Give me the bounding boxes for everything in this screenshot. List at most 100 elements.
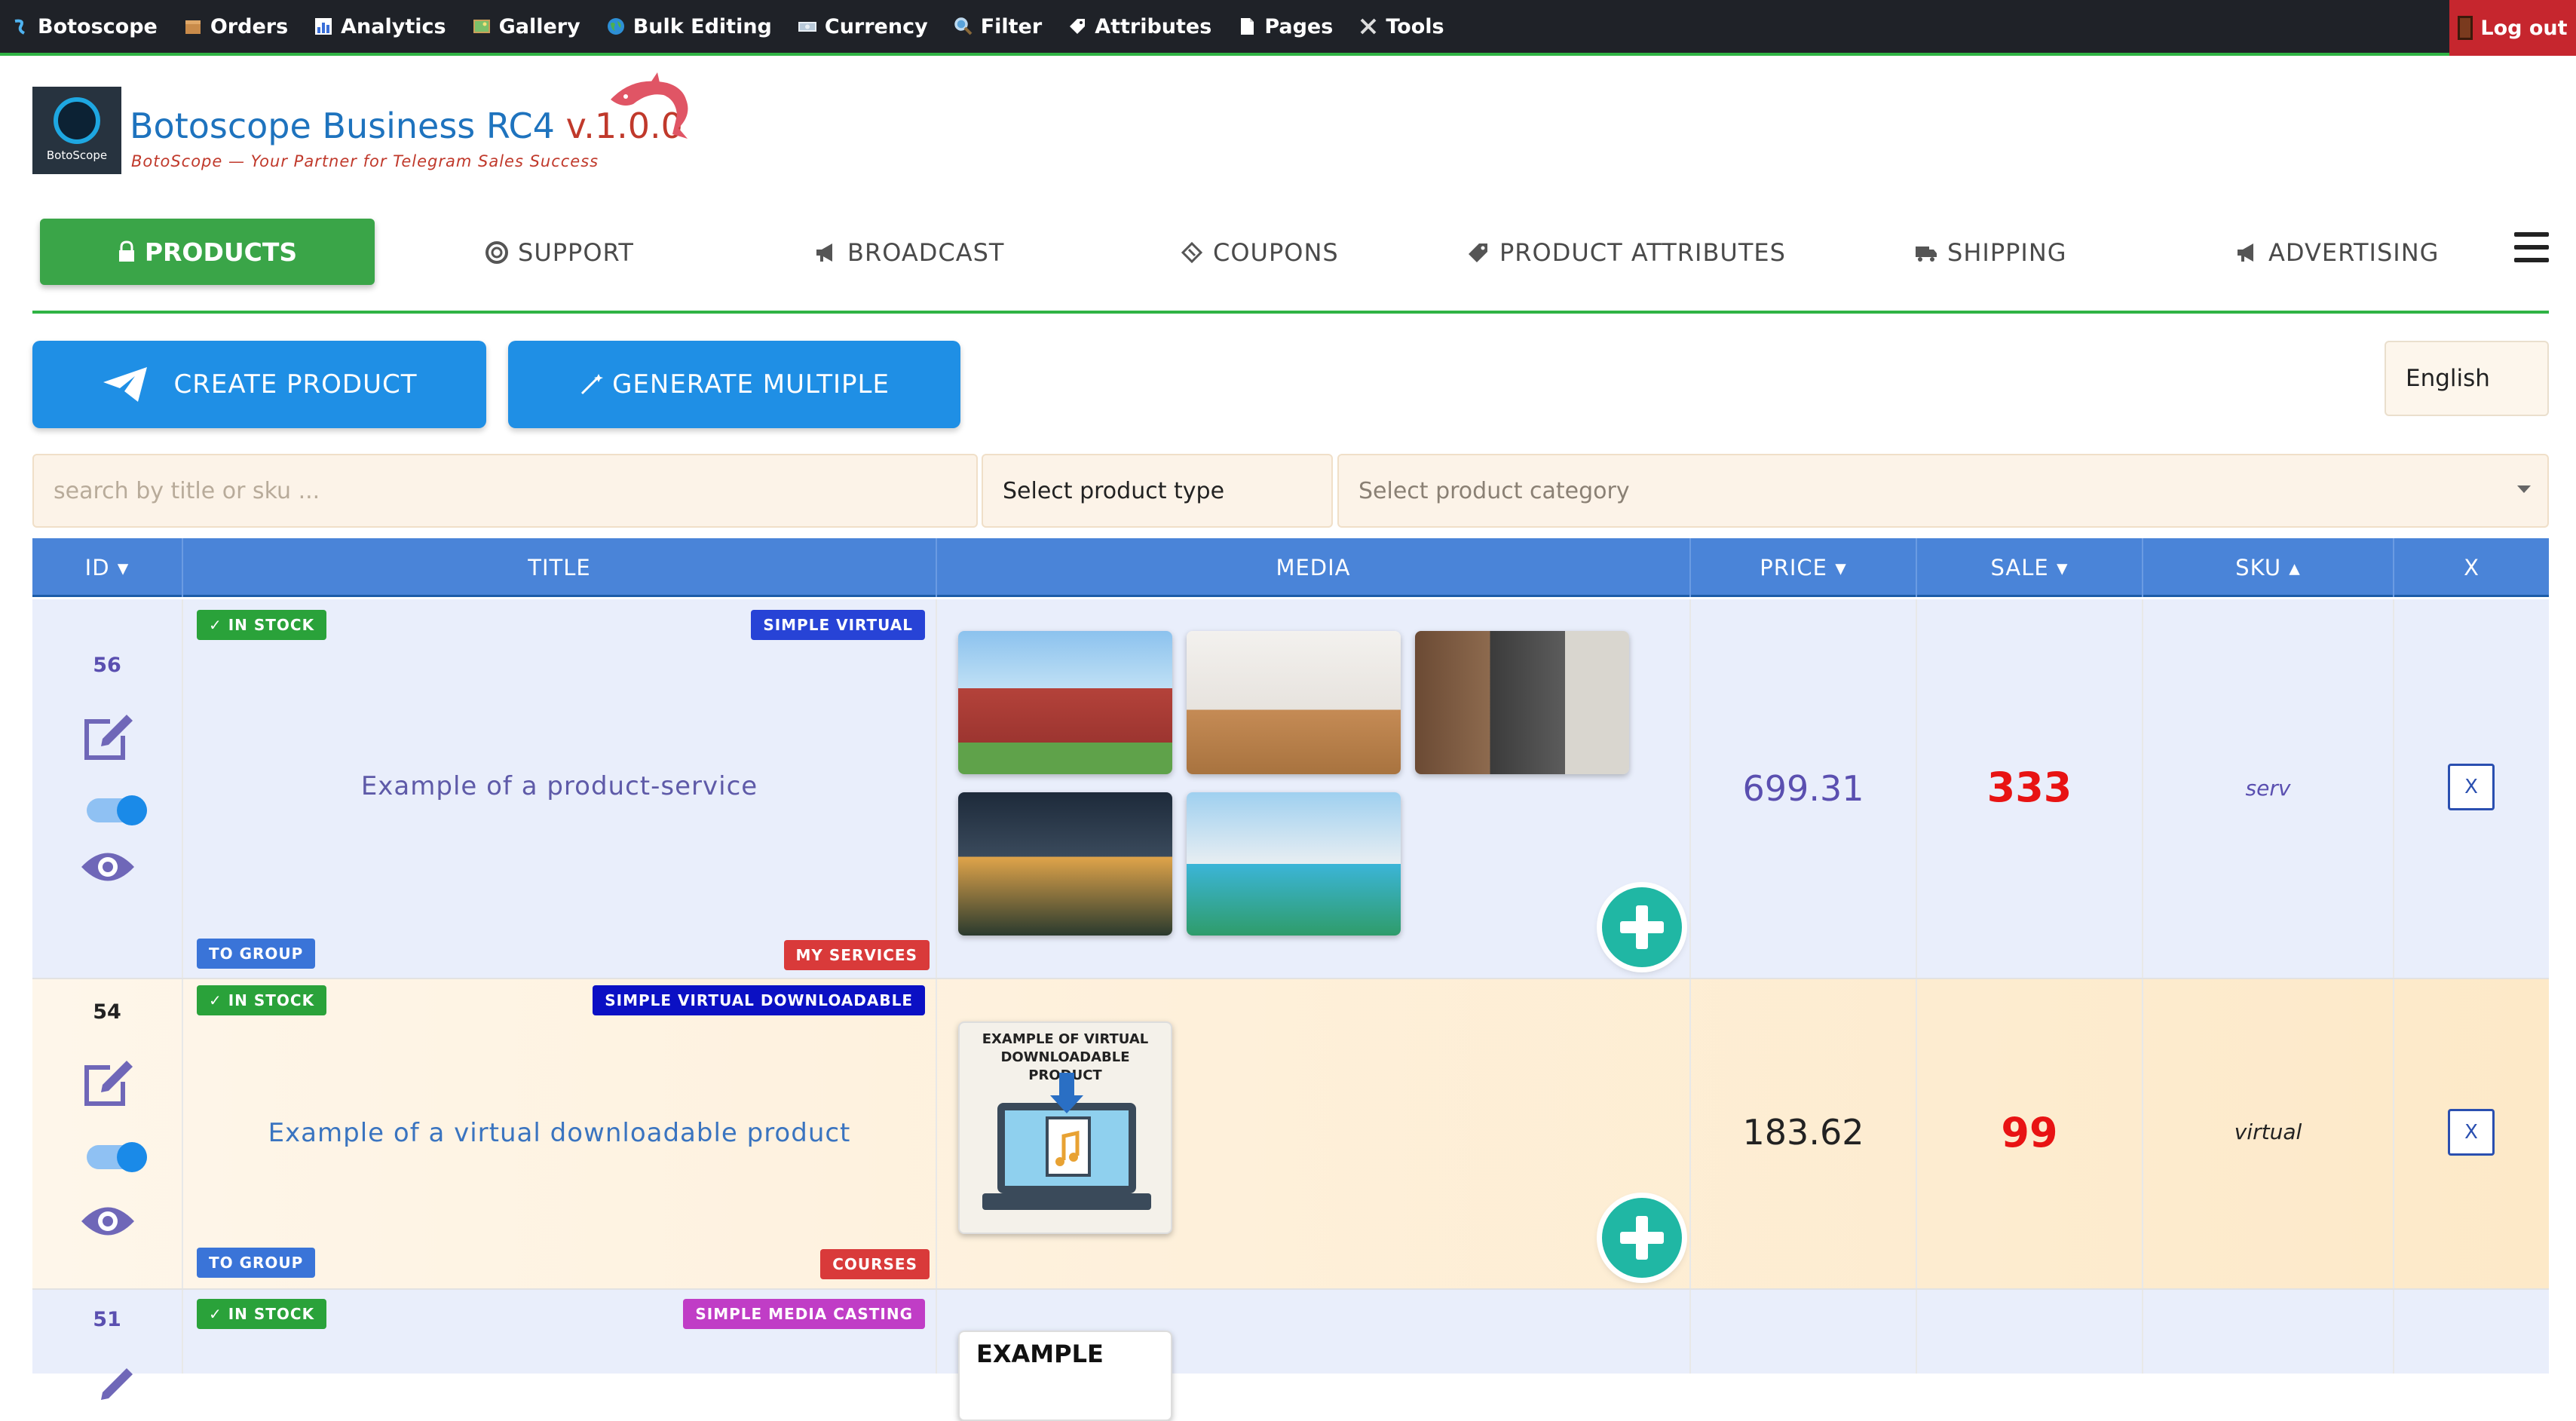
stock-badge: ✓ IN STOCK [197,985,327,1015]
product-sale-price[interactable]: 99 [1917,1109,2142,1156]
topbar-item-gallery[interactable]: Gallery [472,15,580,38]
topbar-item-orders[interactable]: Orders [183,15,288,38]
paper-plane-icon [103,367,147,402]
product-sku[interactable]: virtual [2143,1119,2393,1144]
megaphone-icon [816,243,832,262]
topbar-label: Currency [824,14,928,38]
add-media-button[interactable] [1602,1198,1682,1278]
tab-advertising[interactable]: ADVERTISING [2235,219,2439,286]
product-price[interactable]: 699.31 [1691,768,1916,809]
title-cell: ✓ IN STOCK SIMPLE VIRTUAL DOWNLOADABLE E… [183,979,937,1288]
product-type-select[interactable]: Select product type [982,454,1333,528]
media-thumbnail[interactable] [1187,792,1401,936]
product-title[interactable]: Example of a product-service [183,771,936,801]
media-thumbnail[interactable] [958,631,1172,774]
language-select[interactable]: English [2385,341,2549,416]
product-price[interactable]: 183.62 [1691,1112,1916,1153]
column-header-title: TITLE [183,538,937,597]
chevron-down-icon [2517,485,2531,493]
tab-support[interactable]: SUPPORT [485,219,634,286]
tab-products[interactable]: PRODUCTS [40,219,375,285]
to-group-button[interactable]: TO GROUP [197,1248,316,1278]
generate-multiple-button[interactable]: GENERATE MULTIPLE [508,341,960,428]
delete-button[interactable]: X [2448,1109,2495,1156]
eye-icon[interactable] [80,848,136,886]
to-group-button[interactable]: TO GROUP [197,939,316,969]
topbar-item-analytics[interactable]: Analytics [314,15,446,38]
category-badge: MY SERVICES [783,940,930,970]
sale-cell: 333 [1917,599,2143,978]
search-placeholder: search by title or sku ... [54,477,320,504]
brand-title: Botoscope Business RC4 v.1.0.0 [130,106,683,146]
wand-icon [581,374,604,395]
add-media-button[interactable] [1602,887,1682,967]
visibility-toggle[interactable] [87,795,147,825]
tab-shipping[interactable]: SHIPPING [1914,219,2067,286]
stock-badge: ✓ IN STOCK [197,610,327,640]
page-icon [1241,18,1254,35]
tab-broadcast[interactable]: BROADCAST [814,219,1004,286]
tag-icon [1070,19,1086,34]
magnifier-icon [954,17,973,35]
topbar-label: Pages [1264,14,1334,38]
product-sale-price[interactable]: 333 [1917,764,2142,811]
product-title[interactable]: Example of a virtual downloadable produc… [183,1118,936,1148]
topbar-item-pages[interactable]: Pages [1237,15,1333,38]
tab-label: ADVERTISING [2268,238,2440,267]
media-cell [937,599,1691,978]
product-sku[interactable]: serv [2143,776,2393,801]
media-thumbnail[interactable] [1415,631,1629,774]
table-row: 51 ✓ IN STOCK SIMPLE MEDIA CASTING EXAMP… [32,1290,2549,1421]
category-badge: COURSES [820,1249,930,1279]
media-thumbnail[interactable]: EXAMPLE [958,1331,1172,1421]
type-badge: SIMPLE MEDIA CASTING [683,1299,925,1329]
search-input[interactable]: search by title or sku ... [32,454,978,528]
chart-icon [315,18,332,35]
tab-product-attributes[interactable]: PRODUCT ATTRIBUTES [1466,219,1786,286]
logout-button[interactable]: Log out [2449,0,2576,56]
topbar-item-currency[interactable]: Currency [798,15,928,38]
table-header: ID ▾ TITLE MEDIA PRICE ▾ SALE ▾ SKU ▴ X [32,538,2549,597]
visibility-toggle[interactable] [87,1142,147,1172]
product-id: 51 [93,1308,121,1331]
product-category-select[interactable]: Select product category [1337,454,2549,528]
brand-logo-label: BotoScope [46,149,108,162]
column-header-sale[interactable]: SALE ▾ [1917,538,2143,597]
edit-icon[interactable] [80,1362,136,1418]
media-thumbnail[interactable] [958,792,1172,936]
topbar-item-botoscope[interactable]: Botoscope [11,15,158,38]
ticket-icon [1181,241,1203,264]
column-header-price[interactable]: PRICE ▾ [1691,538,1917,597]
language-value: English [2406,365,2490,392]
edit-icon[interactable] [80,709,136,764]
eye-icon[interactable] [80,1202,136,1240]
delete-cell: X [2394,979,2549,1288]
brand-logo[interactable]: BotoScope [32,87,121,174]
topbar-label: Bulk Editing [633,14,772,38]
topbar-label: Orders [210,14,289,38]
price-cell: 699.31 [1691,599,1917,978]
tab-label: BROADCAST [847,238,1005,267]
create-product-button[interactable]: CREATE PRODUCT [32,341,486,428]
topbar-item-bulk-editing[interactable]: Bulk Editing [606,15,772,38]
tab-label: COUPONS [1213,238,1339,267]
brand-subtitle: BotoScope — Your Partner for Telegram Sa… [131,152,599,170]
topbar-label: Analytics [341,14,446,38]
media-thumbnail[interactable] [1187,631,1401,774]
tab-label: PRODUCT ATTRIBUTES [1499,238,1786,267]
delete-button[interactable]: X [2448,764,2495,810]
edit-icon[interactable] [80,1055,136,1110]
tab-coupons[interactable]: COUPONS [1180,219,1339,286]
column-header-id[interactable]: ID ▾ [32,538,183,597]
product-type-value: Select product type [1003,477,1225,504]
column-header-delete: X [2464,555,2480,580]
media-thumbnail[interactable]: EXAMPLE OF VIRTUAL DOWNLOADABLE PRODUCT [958,1021,1172,1234]
column-header-media: MEDIA [937,538,1691,597]
product-id: 56 [93,654,121,677]
truck-icon [1916,247,1937,262]
menu-icon[interactable] [2514,232,2549,270]
topbar-item-tools[interactable]: Tools [1358,15,1444,38]
column-header-sku[interactable]: SKU ▴ [2143,538,2394,597]
topbar-item-attributes[interactable]: Attributes [1067,15,1211,38]
topbar-item-filter[interactable]: Filter [954,15,1042,38]
